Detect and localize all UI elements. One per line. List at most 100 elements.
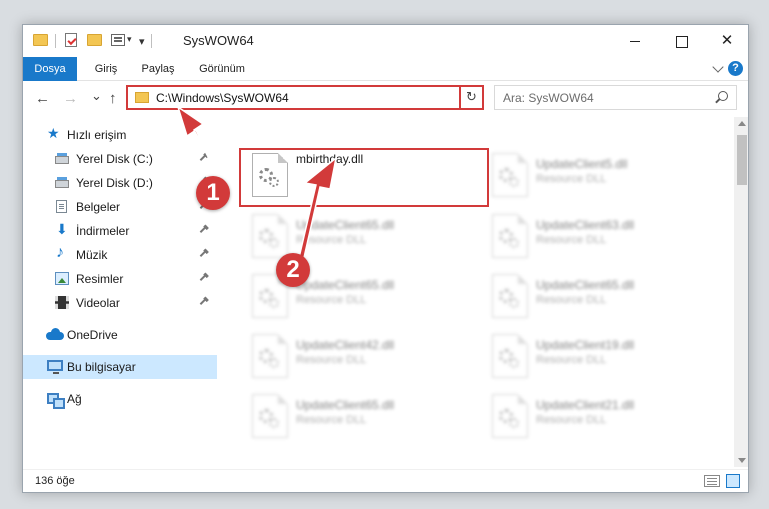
sidebar-item-label: Bu bilgisayar (67, 360, 136, 374)
status-bar: 136 öğe (23, 469, 748, 492)
recent-locations-button[interactable]: ⌄ (91, 88, 102, 104)
item-count: 136 öğe (35, 475, 75, 487)
file-name: UpdateClient5.dll (536, 157, 628, 171)
file-name: UpdateClient42.dll (296, 338, 395, 352)
address-bar[interactable]: C:\Windows\SysWOW64 (126, 85, 483, 110)
scroll-down-icon[interactable] (738, 458, 746, 463)
sidebar-item-label: OneDrive (67, 328, 118, 342)
file-item[interactable]: UpdateClient65.dll Resource DLL (242, 208, 462, 264)
view-options-icon[interactable] (111, 34, 125, 46)
details-view-icon[interactable] (704, 475, 720, 487)
star-icon (47, 125, 61, 142)
dll-file-icon (492, 394, 528, 438)
video-icon (55, 296, 69, 309)
search-icon[interactable] (718, 91, 728, 101)
vertical-scrollbar[interactable] (734, 117, 748, 467)
file-item[interactable]: UpdateClient5.dll Resource DLL (482, 147, 702, 203)
tab-file[interactable]: Dosya (23, 57, 77, 81)
up-button[interactable]: ↑ (109, 90, 117, 107)
sidebar-item-label: Videolar (76, 296, 120, 310)
customize-toolbar-icon[interactable]: ▾ (139, 35, 145, 48)
chevron-down-icon[interactable]: ▾ (127, 34, 132, 45)
disk-icon (55, 177, 69, 188)
file-type: Resource DLL (296, 414, 367, 426)
file-item[interactable]: UpdateClient63.dll Resource DLL (482, 208, 702, 264)
back-button[interactable]: ← (35, 90, 50, 107)
file-item[interactable]: UpdateClient65.dll Resource DLL (242, 388, 462, 444)
sidebar-item-pictures[interactable]: Resimler (23, 267, 217, 291)
sidebar-item-network[interactable]: Ağ (23, 387, 217, 411)
properties-icon[interactable] (65, 33, 77, 47)
ribbon-tabs: Dosya Giriş Paylaş Görünüm ? (23, 57, 748, 81)
file-item[interactable]: UpdateClient19.dll Resource DLL (482, 328, 702, 384)
file-list: mbirthday.dll UpdateClient5.dll Resource… (218, 117, 734, 469)
maximize-button[interactable] (658, 25, 704, 57)
scroll-thumb[interactable] (737, 135, 747, 185)
sidebar-item-documents[interactable]: Belgeler (23, 195, 217, 219)
sidebar-item-label: Ağ (67, 392, 82, 406)
file-item-mbirthday[interactable]: mbirthday.dll (242, 147, 462, 203)
sidebar-item-label: Belgeler (76, 200, 121, 214)
pin-icon[interactable] (199, 225, 211, 236)
file-item[interactable]: UpdateClient65.dll Resource DLL (242, 268, 462, 324)
file-name: mbirthday.dll (296, 152, 364, 166)
computer-icon (47, 360, 63, 374)
pin-icon[interactable] (199, 297, 211, 308)
sidebar-item-downloads[interactable]: İndirmeler (23, 219, 217, 243)
pin-icon[interactable] (199, 153, 211, 164)
sidebar-item-music[interactable]: Müzik (23, 243, 217, 267)
minimize-button[interactable] (612, 25, 658, 57)
sidebar-item-label: Yerel Disk (C:) (76, 152, 153, 166)
sidebar-item-videos[interactable]: Videolar (23, 291, 217, 315)
sidebar-item-label: Müzik (76, 248, 108, 262)
refresh-button[interactable]: ↻ (459, 85, 484, 110)
scroll-up-icon[interactable] (738, 121, 746, 126)
dll-file-icon (252, 153, 288, 197)
download-icon (55, 221, 69, 238)
file-type: Resource DLL (536, 414, 607, 426)
toolbar-separator (55, 34, 56, 48)
dll-file-icon (492, 334, 528, 378)
network-icon (47, 392, 65, 409)
file-type: Resource DLL (536, 294, 607, 306)
file-name: UpdateClient65.dll (536, 278, 635, 292)
search-placeholder: Ara: SysWOW64 (503, 91, 594, 105)
new-folder-icon[interactable] (87, 34, 102, 46)
navigation-bar: ← → ⌄ ↑ C:\Windows\SysWOW64 ↻ Ara: SysWO… (23, 82, 748, 114)
tiles-view-icon[interactable] (726, 474, 740, 488)
sidebar-item-onedrive[interactable]: OneDrive (23, 323, 217, 347)
dll-file-icon (492, 274, 528, 318)
file-name: UpdateClient65.dll (296, 218, 395, 232)
pin-icon[interactable] (199, 249, 211, 260)
sidebar-item-this-pc[interactable]: Bu bilgisayar (23, 355, 217, 379)
sidebar-item-local-disk-c[interactable]: Yerel Disk (C:) (23, 147, 217, 171)
tab-home[interactable]: Giriş (87, 57, 125, 81)
forward-button[interactable]: → (63, 90, 78, 107)
explorer-window: ▾ ▾ SysWOW64 ✕ Dosya Giriş Paylaş Görünü… (22, 24, 749, 493)
tab-share[interactable]: Paylaş (135, 57, 181, 81)
dll-file-icon (252, 394, 288, 438)
file-name: UpdateClient19.dll (536, 338, 635, 352)
file-item[interactable]: UpdateClient65.dll Resource DLL (482, 268, 702, 324)
tab-view[interactable]: Görünüm (193, 57, 251, 81)
file-type: Resource DLL (296, 354, 367, 366)
file-item[interactable]: UpdateClient21.dll Resource DLL (482, 388, 702, 444)
title-bar: ▾ ▾ SysWOW64 ✕ (23, 25, 748, 57)
sidebar-item-local-disk-d[interactable]: Yerel Disk (D:) (23, 171, 217, 195)
sidebar-item-quick-access[interactable]: Hızlı erişim (23, 123, 217, 147)
pin-icon[interactable] (199, 273, 211, 284)
file-type: Resource DLL (296, 234, 367, 246)
file-name: UpdateClient65.dll (296, 278, 395, 292)
search-input[interactable]: Ara: SysWOW64 (494, 85, 737, 110)
file-name: UpdateClient65.dll (296, 398, 395, 412)
document-icon (56, 200, 67, 213)
folder-icon (33, 34, 48, 46)
sidebar-item-label: Resimler (76, 272, 124, 286)
dll-file-icon (252, 334, 288, 378)
file-item[interactable]: UpdateClient42.dll Resource DLL (242, 328, 462, 384)
address-path[interactable]: C:\Windows\SysWOW64 (156, 91, 289, 105)
expand-ribbon-icon[interactable] (712, 61, 724, 73)
dll-file-icon (252, 214, 288, 258)
close-button[interactable]: ✕ (704, 25, 748, 57)
help-icon[interactable]: ? (728, 61, 743, 76)
